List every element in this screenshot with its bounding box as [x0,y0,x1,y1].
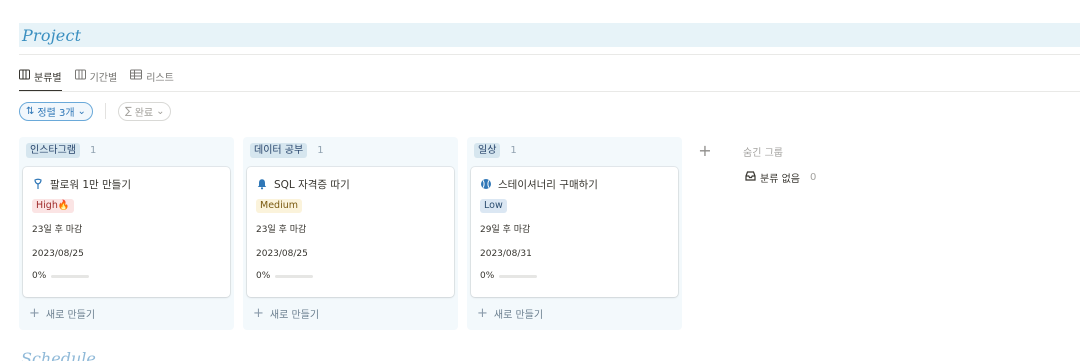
filter-bar: ⇅ 정렬 3개 ⌄ ∑ 완료 ⌄ [19,101,172,121]
section-title: Schedule [21,349,96,361]
column-count: 1 [90,144,97,156]
hidden-group-item[interactable]: 분류 없음 0 [745,170,816,185]
tab-label: 분류별 [34,72,62,84]
table-icon [130,69,143,83]
plus-icon: + [698,140,712,160]
chevron-down-icon: ⌄ [77,105,86,117]
progress-bar [499,274,538,278]
new-card-button[interactable]: + 새로 만들기 [477,305,544,322]
new-card-button[interactable]: + 새로 만들기 [253,305,320,322]
board-column: 일상 1 스테이셔너리 구매하기 Low 29일 후 마감 2023/08/31… [467,137,682,330]
column-header[interactable]: 데이터 공부 1 [247,142,454,158]
progress-text: 0% [32,271,47,281]
due-date: 2023/08/31 [480,249,532,259]
progress: 0% [256,270,445,282]
column-label: 인스타그램 [26,142,80,158]
priority-badge: Medium [256,199,302,213]
board-icon [19,69,30,83]
hidden-group-count: 0 [809,172,817,183]
board: 인스타그램 1 팔로워 1만 만들기 High🔥 23일 후 마감 2023/0… [19,137,682,330]
column-count: 1 [317,144,324,156]
sigma-icon: ∑ [124,105,132,117]
sort-label: 정렬 3개 [37,107,75,119]
tab-board[interactable]: 분류별 [19,62,62,92]
bell-icon [256,178,268,190]
chevron-down-icon: ⌄ [156,105,165,117]
timeline-icon [74,69,86,83]
plus-icon: + [253,305,264,321]
divider [104,103,106,119]
column-header[interactable]: 일상 1 [471,142,678,158]
due-text: 23일 후 마감 [32,225,83,235]
due-date: 2023/08/25 [32,249,84,259]
baseball-icon [480,178,492,190]
new-label: 새로 만들기 [493,310,544,321]
due-text: 23일 후 마감 [256,225,307,235]
plus-icon: + [477,305,488,321]
column-label: 일상 [474,142,501,158]
priority-badge: High🔥 [32,199,74,213]
board-card[interactable]: 팔로워 1만 만들기 High🔥 23일 후 마감 2023/08/25 0% [23,167,230,297]
progress-bar [275,274,314,278]
inbox-icon [745,171,756,184]
plus-icon: + [29,305,40,321]
group-by-button[interactable]: ∑ 완료 ⌄ [117,101,172,121]
progress-text: 0% [256,271,271,281]
column-header[interactable]: 인스타그램 1 [23,142,230,158]
section-header: Project [19,23,1080,47]
tab-label: 리스트 [146,72,174,84]
board-card[interactable]: SQL 자격증 따기 Medium 23일 후 마감 2023/08/25 0% [247,167,454,297]
sort-arrows-icon: ⇅ [26,105,35,117]
new-label: 새로 만들기 [269,310,320,321]
board-column: 인스타그램 1 팔로워 1만 만들기 High🔥 23일 후 마감 2023/0… [19,137,234,330]
sort-button[interactable]: ⇅ 정렬 3개 ⌄ [19,101,93,121]
board-column: 데이터 공부 1 SQL 자격증 따기 Medium 23일 후 마감 2023… [243,137,458,330]
progress-bar [51,274,90,278]
section-title: Project [22,25,82,45]
due-text: 29일 후 마감 [480,225,531,235]
divider [19,54,1080,55]
card-title: SQL 자격증 따기 [274,178,350,191]
hidden-group-label: 분류 없음 [760,174,800,185]
card-title-row: 팔로워 1만 만들기 [32,175,221,193]
tab-label: 기간별 [89,72,118,84]
card-title-row: 스테이셔너리 구매하기 [480,175,669,193]
due-date: 2023/08/25 [256,249,308,259]
new-card-button[interactable]: + 새로 만들기 [29,305,96,322]
column-count: 1 [510,144,517,156]
pin-icon [32,178,44,190]
hidden-groups-label: 숨긴 그룹 [743,148,783,159]
group-label: 완료 [134,107,154,119]
card-title: 팔로워 1만 만들기 [50,178,131,191]
new-label: 새로 만들기 [45,310,96,321]
progress: 0% [32,270,221,282]
divider [19,91,1080,92]
progress-text: 0% [480,271,495,281]
priority-badge: Low [480,199,507,213]
column-label: 데이터 공부 [250,142,308,158]
card-title: 스테이셔너리 구매하기 [498,178,598,191]
tab-list[interactable]: 리스트 [130,62,174,90]
progress: 0% [480,270,669,282]
add-group-button[interactable]: + [691,138,719,162]
tab-timeline[interactable]: 기간별 [74,62,118,90]
board-card[interactable]: 스테이셔너리 구매하기 Low 29일 후 마감 2023/08/31 0% [471,167,678,297]
card-title-row: SQL 자격증 따기 [256,175,445,193]
view-tabs: 분류별 기간별 리스트 [19,62,174,92]
